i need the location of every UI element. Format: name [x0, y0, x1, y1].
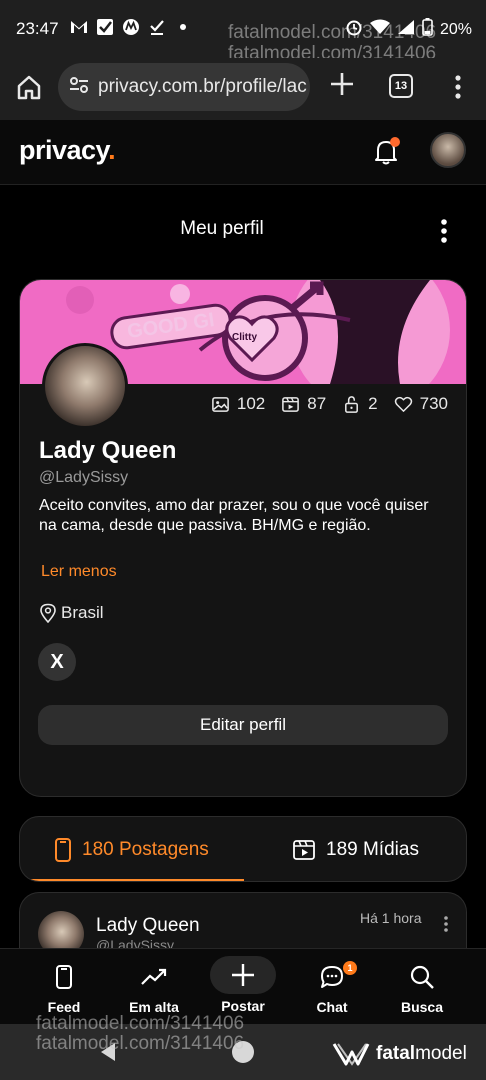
profile-card: GOOD GI Clitty 102 87 2 730 Lady Queen @… — [19, 279, 467, 797]
phone-icon — [50, 963, 78, 991]
page-title: Meu perfil — [180, 218, 264, 239]
status-notification-icons — [70, 18, 192, 36]
banner-label: Clitty — [232, 332, 257, 343]
stat-likes-count: 730 — [419, 394, 448, 413]
browser-menu-button[interactable] — [448, 72, 468, 102]
brand-bold: fatal — [376, 1043, 416, 1064]
nav-post-label: Postar — [221, 998, 265, 1014]
watermark-line: fatalmodel.com/3141406 — [36, 1033, 245, 1054]
tab-media[interactable]: 189 Mídias — [292, 817, 419, 881]
stat-likes[interactable]: 730 — [394, 394, 448, 414]
location-pin-icon — [40, 603, 56, 623]
nav-chat-label: Chat — [316, 999, 348, 1015]
tab-media-label: 189 Mídias — [326, 839, 419, 860]
motorola-icon — [122, 18, 140, 36]
url-text[interactable]: privacy.com.br/profile/lac — [98, 76, 307, 98]
plus-icon — [331, 73, 353, 95]
watermark-line: fatalmodel.com/3141406 — [36, 1013, 245, 1034]
new-tab-button[interactable] — [328, 70, 356, 98]
gmail-icon — [70, 18, 88, 36]
post-author-name[interactable]: Lady Queen — [96, 915, 200, 937]
wifi-icon — [369, 19, 390, 40]
profile-handle: @LadySissy — [39, 469, 129, 486]
battery-icon — [422, 18, 433, 41]
task-check-icon — [96, 18, 114, 36]
x-logo-icon: X — [50, 650, 64, 673]
logo-dot: . — [108, 135, 116, 165]
home-icon — [17, 75, 41, 100]
edit-profile-button[interactable]: Editar perfil — [38, 705, 448, 745]
x-social-button[interactable]: X — [38, 643, 76, 681]
profile-avatar[interactable] — [42, 343, 128, 429]
more-vertical-icon — [455, 75, 461, 99]
lock-icon — [345, 395, 359, 413]
more-vertical-icon[interactable] — [443, 915, 449, 933]
tab-switcher-button[interactable]: 13 — [389, 74, 413, 98]
active-tab-indicator — [20, 879, 244, 881]
heart-outline-icon — [394, 396, 412, 412]
stat-videos-count: 87 — [307, 394, 327, 413]
nav-chat[interactable]: 1 Chat — [287, 949, 377, 1025]
chat-unread-badge: 1 — [343, 961, 357, 975]
logo-text: privacy — [19, 135, 109, 165]
post-author-avatar[interactable] — [38, 911, 84, 952]
post-card[interactable]: Lady Queen @LadySissy Há 1 hora — [19, 892, 467, 952]
watermark-bottom: fatalmodel.com/3141406 fatalmodel.com/31… — [36, 1014, 244, 1054]
post-time: Há 1 hora — [360, 910, 422, 926]
header-avatar[interactable] — [430, 132, 466, 168]
tab-posts-label: 180 Postagens — [82, 839, 209, 860]
notification-dot — [390, 137, 400, 147]
signal-icon — [397, 19, 415, 40]
phone-icon — [55, 838, 71, 862]
status-time: 23:47 — [16, 19, 59, 38]
chat-icon — [318, 963, 346, 991]
stat-videos[interactable]: 87 — [281, 394, 326, 414]
more-vertical-icon — [441, 219, 447, 243]
alarm-icon — [345, 18, 363, 41]
browser-toolbar: privacy.com.br/profile/lac 13 — [0, 58, 486, 120]
profile-options-button[interactable] — [436, 218, 452, 244]
fatalmodel-logo: fatalmodel — [332, 1040, 467, 1068]
nav-search[interactable]: Busca — [377, 949, 467, 1025]
video-icon — [293, 840, 315, 860]
profile-name: Lady Queen — [39, 437, 177, 464]
post-plus-button[interactable] — [210, 956, 276, 994]
battery-percent: 20% — [439, 20, 472, 38]
profile-location: Brasil — [39, 603, 104, 623]
content-tabs: 180 Postagens 189 Mídias — [19, 816, 467, 882]
trending-up-icon — [140, 963, 168, 991]
video-icon — [282, 396, 300, 412]
stat-photos-count: 102 — [236, 394, 266, 413]
location-text: Brasil — [61, 603, 104, 622]
site-settings-icon[interactable] — [68, 74, 90, 101]
image-icon — [211, 396, 229, 412]
browser-home-button[interactable] — [14, 72, 44, 102]
app-header: privacy. — [0, 120, 486, 185]
profile-stats: 102 87 2 730 — [211, 394, 448, 414]
stat-photos[interactable]: 102 — [211, 394, 265, 414]
stat-locked[interactable]: 2 — [342, 394, 378, 414]
nav-search-label: Busca — [400, 999, 444, 1015]
privacy-logo[interactable]: privacy. — [19, 135, 116, 166]
address-bar[interactable]: privacy.com.br/profile/lac — [58, 63, 310, 111]
status-bar: 23:47 fatalmodel.com/3141406 fatalmodel.… — [0, 0, 486, 64]
search-icon — [408, 963, 436, 991]
tab-posts[interactable]: 180 Postagens — [54, 817, 209, 881]
status-system-icons: 20% — [345, 18, 472, 41]
download-done-icon — [148, 18, 166, 36]
brand-rest: model — [415, 1043, 467, 1064]
plus-icon — [232, 964, 254, 986]
read-less-link[interactable]: Ler menos — [41, 563, 117, 581]
profile-bio: Aceito convites, amo dar prazer, sou o q… — [39, 497, 429, 534]
dot-icon — [174, 18, 192, 36]
fatalmodel-mark-icon — [332, 1043, 370, 1066]
stat-locked-count: 2 — [368, 394, 378, 413]
